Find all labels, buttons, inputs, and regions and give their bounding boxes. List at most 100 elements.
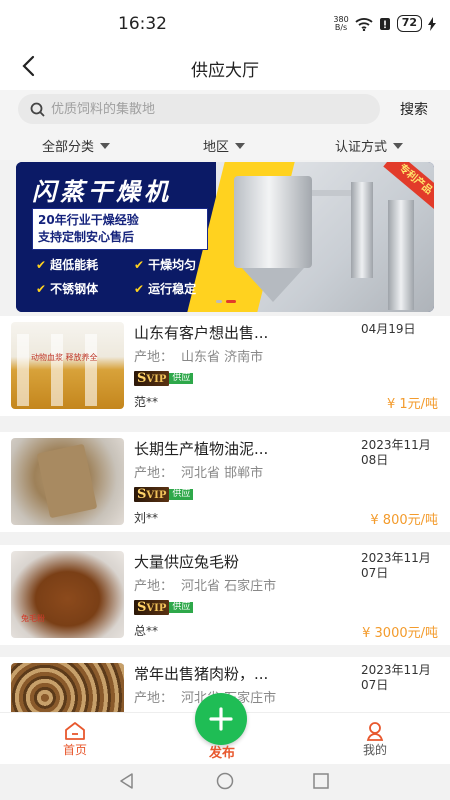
svip-s: S <box>137 487 147 502</box>
tab-mine[interactable]: 我的 <box>345 721 405 758</box>
svip-mark: SVIP <box>134 487 170 502</box>
battery-level: 72 <box>396 15 422 32</box>
svip-text: VIP <box>146 374 167 385</box>
origin-label: 产地： <box>134 466 174 481</box>
dryer-machine-image <box>234 176 312 302</box>
oil-sludge-block <box>36 443 98 519</box>
product-thumbnail <box>11 438 124 525</box>
supply-tag: 供应 <box>169 373 194 384</box>
carousel-dot <box>216 300 222 303</box>
system-nav-bar <box>0 764 450 800</box>
cyclone-image <box>351 182 373 278</box>
listing-date: 2023年11月08日 <box>361 438 431 467</box>
filter-region[interactable]: 地区 <box>203 136 246 155</box>
svip-badge: SVIP 供应 <box>134 371 194 386</box>
supply-tag: 供应 <box>169 602 194 613</box>
thumbnail-caption: 兔毛粉 <box>21 614 45 623</box>
machine-pipe <box>308 190 354 196</box>
list-item[interactable]: 兔毛粉 大量供应兔毛粉 2023年11月07日 产地： 河北省 石家庄市 SVIP… <box>0 545 450 645</box>
banner-subtitle-line1: 20年行业干燥经验 <box>38 213 139 227</box>
carousel-indicator <box>216 300 236 303</box>
svip-badge: SVIP 供应 <box>134 600 194 615</box>
banner-feature: ✔ 不锈钢体 <box>36 280 98 297</box>
notification-icon <box>379 17 390 30</box>
tab-home-label: 首页 <box>62 743 87 757</box>
caret-down-icon <box>100 142 111 149</box>
listing-price: ¥ 1元/吨 <box>386 397 438 412</box>
status-bar: 16:32 380 B/s 72 <box>0 0 450 44</box>
banner-feature-text: 不锈钢体 <box>50 282 99 296</box>
seller-name: 刘** <box>134 511 159 525</box>
bottle-shape <box>51 334 63 406</box>
thumbnail-caption: 动物血浆 释放养全 <box>31 353 98 362</box>
listing-title: 山东有客户想出售... <box>134 324 269 342</box>
svip-mark: SVIP <box>134 600 170 615</box>
origin-value: 河北省 邯郸市 <box>181 466 264 481</box>
filter-certification[interactable]: 认证方式 <box>335 136 404 155</box>
status-icons: 380 B/s 72 <box>333 15 436 32</box>
dryer-machine-cone <box>242 268 304 302</box>
origin-label: 产地： <box>134 691 174 706</box>
banner-subtitle: 20年行业干燥经验 支持定制安心售后 <box>32 208 208 250</box>
system-recents-icon[interactable] <box>312 772 330 790</box>
charging-icon <box>428 16 436 31</box>
product-thumbnail: 兔毛粉 <box>11 551 124 638</box>
banner-feature: ✔ 运行稳定 <box>134 280 196 297</box>
list-item[interactable]: 长期生产植物油泥... 2023年11月08日 产地： 河北省 邯郸市 SVIP 供… <box>0 432 450 532</box>
svip-badge: SVIP 供应 <box>134 487 194 502</box>
bottle-shape <box>17 334 29 406</box>
banner-feature-text: 运行稳定 <box>148 282 197 296</box>
net-speed: 380 B/s <box>333 15 348 32</box>
svip-s: S <box>137 371 147 386</box>
nav-bar: 供应大厅 <box>0 44 450 90</box>
svip-text: VIP <box>146 490 167 501</box>
listing-date: 2023年11月07日 <box>361 551 431 580</box>
system-back-icon[interactable] <box>118 772 136 790</box>
wifi-icon <box>355 17 373 31</box>
svip-mark: SVIP <box>134 371 170 386</box>
list-item[interactable]: 动物血浆 释放养全 山东有客户想出售... 04月19日 产地： 山东省 济南市 … <box>0 316 450 416</box>
search-box[interactable] <box>18 94 380 124</box>
svip-text: VIP <box>146 603 167 614</box>
filter-certification-label: 认证方式 <box>335 140 388 155</box>
banner-headline: 闪蒸干燥机 <box>32 178 172 206</box>
filter-region-label: 地区 <box>203 140 230 155</box>
search-input[interactable] <box>51 101 351 117</box>
check-icon: ✔ <box>36 281 47 296</box>
svip-s: S <box>137 600 147 615</box>
publish-button[interactable] <box>195 693 247 745</box>
net-speed-unit: B/s <box>334 22 348 32</box>
system-home-icon[interactable] <box>216 772 234 790</box>
banner-feature: ✔ 干燥均匀 <box>134 256 196 273</box>
profile-icon <box>366 722 384 741</box>
search-icon <box>30 102 45 117</box>
check-icon: ✔ <box>134 257 145 272</box>
listing-origin: 产地： 河北省 邯郸市 <box>134 462 263 481</box>
listing-date: 04月19日 <box>361 322 416 336</box>
listing-date: 2023年11月07日 <box>361 663 431 692</box>
filter-category[interactable]: 全部分类 <box>42 136 111 155</box>
banner-subtitle-line2: 支持定制安心售后 <box>38 230 135 244</box>
product-thumbnail: 动物血浆 释放养全 <box>11 322 124 409</box>
listing-price: ¥ 3000元/吨 <box>362 626 438 641</box>
listing-title: 常年出售猪肉粉，... <box>134 665 269 683</box>
status-time: 16:32 <box>118 14 167 34</box>
plus-icon <box>209 707 233 731</box>
search-button[interactable]: 搜索 <box>400 99 428 119</box>
check-icon: ✔ <box>36 257 47 272</box>
listing-origin: 产地： 山东省 济南市 <box>134 346 263 365</box>
tab-mine-label: 我的 <box>362 743 387 757</box>
seller-name: 总** <box>134 624 159 638</box>
bottle-shape <box>85 334 97 406</box>
origin-label: 产地： <box>134 579 174 594</box>
carousel-dot-active <box>226 300 236 303</box>
listing-title: 长期生产植物油泥... <box>134 440 269 458</box>
listing-price: ¥ 800元/吨 <box>370 513 438 528</box>
publish-label[interactable]: 发布 <box>190 742 254 761</box>
origin-value: 山东省 济南市 <box>181 350 264 365</box>
banner-feature-text: 干燥均匀 <box>148 258 197 272</box>
banner-feature: ✔ 超低能耗 <box>36 256 98 273</box>
caret-down-icon <box>393 142 404 149</box>
promo-banner[interactable]: 专利产品 闪蒸干燥机 20年行业干燥经验 支持定制安心售后 ✔ 超低能耗 ✔ 干燥均… <box>16 162 434 312</box>
tab-home[interactable]: 首页 <box>45 721 105 758</box>
